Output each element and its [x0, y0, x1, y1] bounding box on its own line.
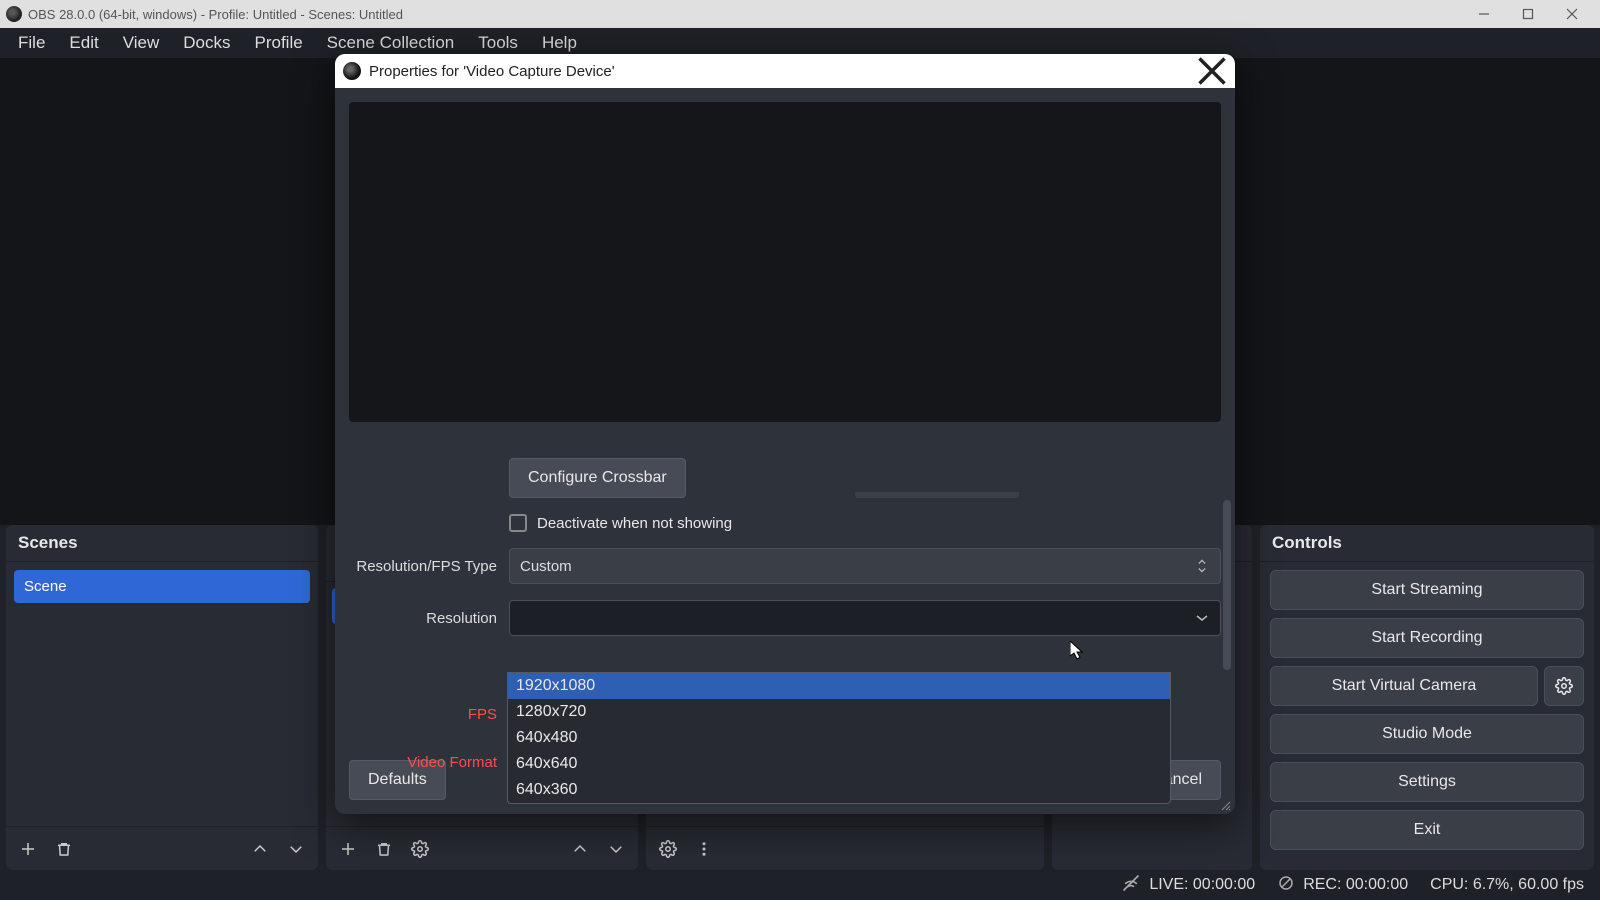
start-streaming-button[interactable]: Start Streaming	[1270, 570, 1584, 610]
resolution-option[interactable]: 1280x720	[508, 699, 1170, 725]
dialog-preview	[349, 102, 1221, 422]
defaults-button[interactable]: Defaults	[349, 760, 446, 800]
dialog-close-button[interactable]	[1197, 56, 1227, 86]
resolution-option[interactable]: 640x360	[508, 777, 1170, 803]
menu-file[interactable]: File	[8, 29, 55, 57]
obs-logo-icon	[6, 6, 22, 22]
mixer-menu-button[interactable]	[690, 835, 718, 863]
resolution-option[interactable]: 640x640	[508, 751, 1170, 777]
menu-profile[interactable]: Profile	[244, 29, 312, 57]
dialog-obs-logo-icon	[343, 62, 361, 80]
configure-crossbar-button[interactable]: Configure Crossbar	[509, 458, 686, 498]
studio-mode-button[interactable]: Studio Mode	[1270, 714, 1584, 754]
menu-tools[interactable]: Tools	[468, 29, 528, 57]
window-minimize-button[interactable]	[1462, 0, 1506, 28]
window-titlebar: OBS 28.0.0 (64-bit, windows) - Profile: …	[0, 0, 1600, 28]
res-fps-type-value: Custom	[520, 558, 572, 575]
status-rec: REC: 00:00:00	[1303, 876, 1408, 894]
source-add-button[interactable]	[334, 835, 362, 863]
window-title: OBS 28.0.0 (64-bit, windows) - Profile: …	[28, 7, 403, 22]
resolution-label: Resolution	[349, 610, 509, 627]
window-maximize-button[interactable]	[1506, 0, 1550, 28]
properties-dialog: Properties for 'Video Capture Device' Co…	[335, 54, 1235, 814]
scene-row[interactable]: Scene	[14, 570, 310, 603]
updown-arrow-icon	[1192, 549, 1212, 583]
resolution-select[interactable]	[509, 600, 1221, 636]
start-recording-button[interactable]: Start Recording	[1270, 618, 1584, 658]
resolution-option[interactable]: 640x480	[508, 725, 1170, 751]
controls-header: Controls	[1260, 525, 1594, 562]
resolution-dropdown: 1920x1080 1280x720 640x480 640x640 640x3…	[507, 672, 1171, 804]
source-move-up-button[interactable]	[566, 835, 594, 863]
window-close-button[interactable]	[1550, 0, 1594, 28]
record-icon	[1277, 874, 1295, 897]
source-move-down-button[interactable]	[602, 835, 630, 863]
menu-docks[interactable]: Docks	[173, 29, 240, 57]
res-fps-type-select[interactable]: Custom	[509, 548, 1221, 584]
virtual-camera-settings-button[interactable]	[1544, 666, 1584, 706]
deactivate-checkbox[interactable]	[509, 514, 527, 532]
exit-button[interactable]: Exit	[1270, 810, 1584, 850]
controls-panel: Controls Start Streaming Start Recording…	[1260, 525, 1594, 870]
dialog-scrollbar[interactable]	[1223, 500, 1231, 670]
status-cpu: CPU: 6.7%, 60.00 fps	[1430, 876, 1584, 894]
source-settings-button[interactable]	[406, 835, 434, 863]
fps-label: FPS	[349, 706, 509, 723]
deactivate-label: Deactivate when not showing	[537, 515, 732, 532]
chevron-down-icon	[1192, 601, 1212, 635]
menu-view[interactable]: View	[113, 29, 170, 57]
menu-help[interactable]: Help	[532, 29, 587, 57]
scene-move-up-button[interactable]	[246, 835, 274, 863]
mixer-settings-button[interactable]	[654, 835, 682, 863]
scene-remove-button[interactable]	[50, 835, 78, 863]
start-virtual-camera-button[interactable]: Start Virtual Camera	[1270, 666, 1538, 706]
statusbar: LIVE: 00:00:00 REC: 00:00:00 CPU: 6.7%, …	[0, 870, 1600, 900]
dialog-title-text: Properties for 'Video Capture Device'	[369, 63, 615, 80]
menu-scene-collection[interactable]: Scene Collection	[317, 29, 465, 57]
scenes-panel: Scenes Scene	[6, 525, 318, 870]
menu-edit[interactable]: Edit	[59, 29, 108, 57]
panel-divider	[855, 492, 1019, 498]
scene-move-down-button[interactable]	[282, 835, 310, 863]
settings-button[interactable]: Settings	[1270, 762, 1584, 802]
resize-grip-icon[interactable]	[1219, 798, 1231, 810]
res-fps-type-label: Resolution/FPS Type	[349, 558, 509, 575]
scenes-header: Scenes	[6, 525, 318, 562]
source-remove-button[interactable]	[370, 835, 398, 863]
status-live: LIVE: 00:00:00	[1149, 876, 1255, 894]
network-icon	[1121, 873, 1141, 898]
resolution-option[interactable]: 1920x1080	[508, 673, 1170, 699]
scene-add-button[interactable]	[14, 835, 42, 863]
